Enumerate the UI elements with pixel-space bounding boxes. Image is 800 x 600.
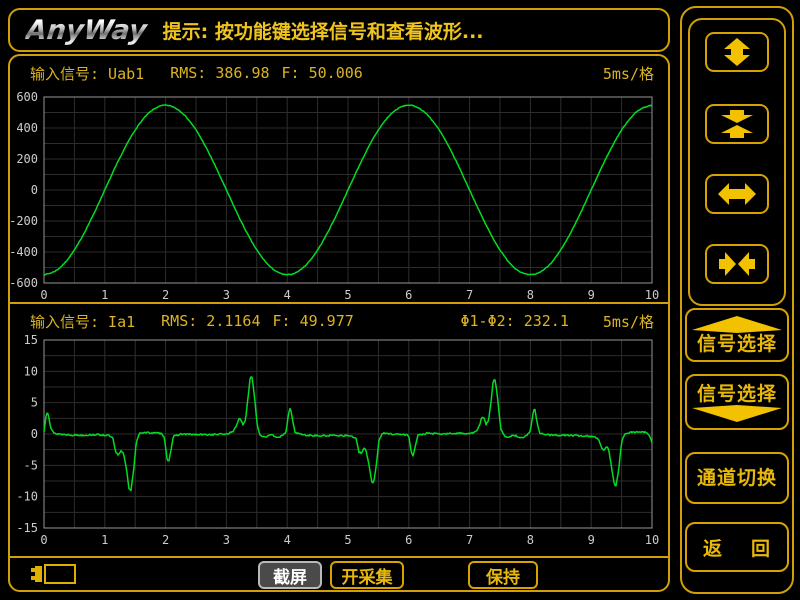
y-tick-label: 400 [16,121,38,135]
expand-horizontal-button[interactable] [705,174,769,214]
bottom-bar: 截屏 开采集 保持 [10,558,668,590]
x-tick-label: 4 [284,288,291,302]
channel-switch-button[interactable]: 通道切换 [685,452,789,504]
x-tick-label: 0 [40,533,47,547]
signal-select-down-label: 信号选择 [697,383,777,405]
y-tick-label: 0 [31,183,38,197]
zoom-button-group [688,18,786,306]
voltage-timebase-value: 5ms/格 [603,63,654,84]
signal-select-up-label: 信号选择 [697,333,777,355]
current-chart-header: 输入信号: Ia1 RMS: 2.1164 F: 49.977 Φ1-Φ2: 2… [10,310,668,332]
x-tick-label: 7 [466,533,473,547]
triangle-up-icon [692,316,782,333]
voltage-frequency-value: F: 50.006 [282,64,363,82]
x-tick-label: 1 [101,288,108,302]
expand-vertical-button[interactable] [705,32,769,72]
x-tick-label: 4 [284,533,291,547]
current-frequency-value: F: 49.977 [273,312,354,330]
hint-text: 提示: 按功能键选择信号和查看波形... [163,17,484,44]
current-timebase-value: 5ms/格 [603,311,654,332]
collapse-horizontal-icon [717,249,757,279]
y-tick-label: -200 [10,214,38,228]
y-tick-label: 600 [16,90,38,104]
battery-icon [30,562,78,586]
y-tick-label: -400 [10,245,38,259]
x-tick-label: 6 [405,533,412,547]
x-tick-label: 5 [344,533,351,547]
x-tick-label: 5 [344,288,351,302]
x-tick-label: 7 [466,288,473,302]
screenshot-button[interactable]: 截屏 [258,561,322,589]
y-tick-label: -5 [24,458,38,472]
x-tick-label: 8 [527,288,534,302]
x-tick-label: 0 [40,288,47,302]
y-tick-label: -600 [10,276,38,290]
voltage-waveform-chart: 6004002000-200-400-600012345678910 [10,86,668,302]
hold-button[interactable]: 保持 [468,561,538,589]
x-tick-label: 10 [645,533,659,547]
expand-horizontal-icon [717,179,757,209]
main-panel: 输入信号: Uab1 RMS: 386.98 F: 50.006 5ms/格 6… [8,54,670,592]
sidebar: 信号选择 信号选择 通道切换 返 回 [680,6,794,594]
x-tick-label: 9 [588,288,595,302]
phase-difference-value: Φ1-Φ2: 232.1 [461,312,569,330]
y-tick-label: 200 [16,152,38,166]
x-tick-label: 2 [162,288,169,302]
return-label-left: 返 [703,534,723,561]
current-signal-label: 输入信号: Ia1 [30,311,135,332]
anyway-logo: AnyWay [24,15,152,46]
voltage-signal-label: 输入信号: Uab1 [30,63,144,84]
expand-vertical-icon [717,37,757,67]
return-label-right: 回 [751,534,771,561]
title-bar: AnyWay 提示: 按功能键选择信号和查看波形... [8,8,670,52]
collapse-vertical-icon [717,109,757,139]
triangle-down-icon [692,405,782,422]
x-tick-label: 3 [223,288,230,302]
current-rms-value: RMS: 2.1164 [161,312,260,330]
x-tick-label: 8 [527,533,534,547]
y-tick-label: 0 [31,427,38,441]
channel-switch-label: 通道切换 [697,467,777,489]
x-tick-label: 2 [162,533,169,547]
x-tick-label: 1 [101,533,108,547]
x-tick-label: 9 [588,533,595,547]
y-tick-label: -10 [16,490,38,504]
current-waveform-chart: 151050-5-10-15012345678910 [10,332,668,548]
start-acquire-button[interactable]: 开采集 [330,561,404,589]
voltage-rms-value: RMS: 386.98 [170,64,269,82]
instrument-screen: AnyWay 提示: 按功能键选择信号和查看波形... 输入信号: Uab1 R… [0,0,800,600]
collapse-horizontal-button[interactable] [705,244,769,284]
x-tick-label: 3 [223,533,230,547]
return-button[interactable]: 返 回 [685,522,789,572]
y-tick-label: 15 [24,333,38,347]
panel-divider [10,302,668,304]
y-tick-label: -15 [16,521,38,535]
y-tick-label: 5 [31,396,38,410]
x-tick-label: 6 [405,288,412,302]
signal-select-down-button[interactable]: 信号选择 [685,374,789,430]
y-tick-label: 10 [24,364,38,378]
voltage-chart-header: 输入信号: Uab1 RMS: 386.98 F: 50.006 5ms/格 [10,62,668,84]
collapse-vertical-button[interactable] [705,104,769,144]
signal-select-up-button[interactable]: 信号选择 [685,308,789,362]
x-tick-label: 10 [645,288,659,302]
